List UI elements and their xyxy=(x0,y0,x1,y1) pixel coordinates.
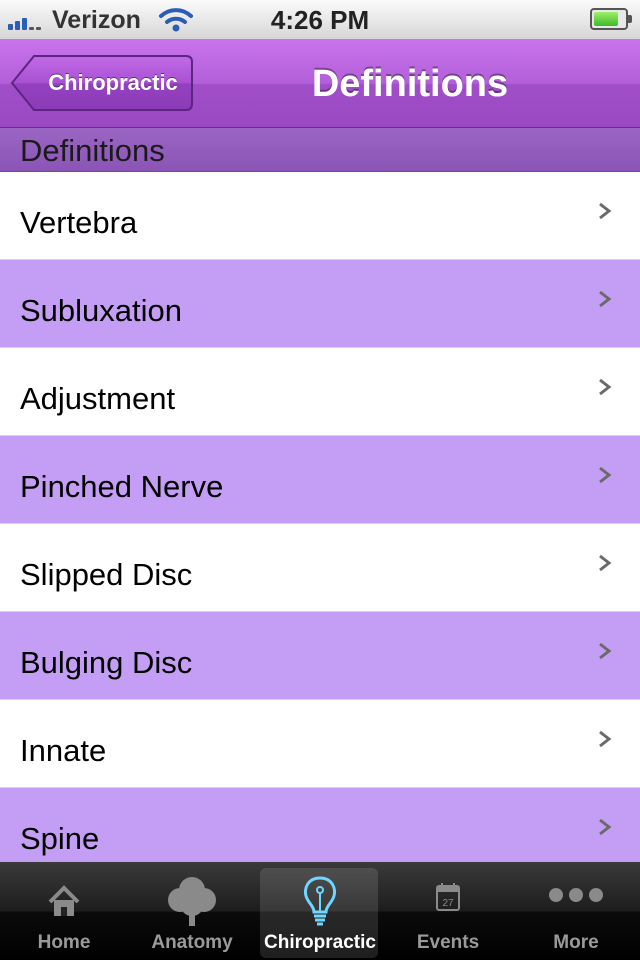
tab-label: Anatomy xyxy=(151,932,233,953)
list-item-label: Spine xyxy=(20,821,100,856)
chevron-right-icon xyxy=(599,378,612,396)
list-item-vertebra[interactable]: Vertebra xyxy=(0,172,640,260)
list-item-subluxation[interactable]: Subluxation xyxy=(0,260,640,348)
chevron-right-icon xyxy=(599,290,612,308)
tab-bar: Home Anatomy Chiropractic 27 Events More xyxy=(0,862,640,960)
list-item-label: Bulging Disc xyxy=(20,645,193,680)
list-item-label: Subluxation xyxy=(20,293,183,328)
chevron-right-icon xyxy=(599,642,612,660)
back-button[interactable]: Chiropractic xyxy=(10,54,194,112)
tab-events[interactable]: 27 Events xyxy=(384,862,512,960)
chevron-right-icon xyxy=(599,730,612,748)
list-item-label: Slipped Disc xyxy=(20,557,193,592)
more-icon xyxy=(549,888,603,902)
back-button-label: Chiropractic xyxy=(48,70,178,95)
tab-label: More xyxy=(553,932,599,953)
chevron-right-icon xyxy=(599,202,612,220)
section-header-label: Definitions xyxy=(20,133,165,168)
battery-level xyxy=(594,12,618,26)
chevron-right-icon xyxy=(599,554,612,572)
status-bar: Verizon 4:26 PM xyxy=(0,0,640,40)
calendar-day: 27 xyxy=(442,898,454,909)
battery-icon xyxy=(590,8,632,30)
list-item-label: Innate xyxy=(20,733,107,768)
chevron-right-icon xyxy=(599,818,612,836)
tab-label: Home xyxy=(37,932,91,953)
tab-anatomy[interactable]: Anatomy xyxy=(128,862,256,960)
list-item-innate[interactable]: Innate xyxy=(0,700,640,788)
tab-label: Chiropractic xyxy=(264,932,376,953)
list-item-label: Vertebra xyxy=(20,205,138,240)
tab-home[interactable]: Home xyxy=(0,862,128,960)
list-item-adjustment[interactable]: Adjustment xyxy=(0,348,640,436)
definitions-list: Vertebra Subluxation Adjustment Pinched … xyxy=(0,172,640,862)
page-title: Definitions xyxy=(311,63,509,105)
list-item-label: Pinched Nerve xyxy=(20,469,224,504)
list-item-slipped-disc[interactable]: Slipped Disc xyxy=(0,524,640,612)
list-item-spine[interactable]: Spine xyxy=(0,788,640,862)
home-icon xyxy=(48,885,80,916)
lightbulb-icon xyxy=(304,876,336,926)
tab-more[interactable]: More xyxy=(512,862,640,960)
tab-chiropractic[interactable]: Chiropractic xyxy=(256,862,384,960)
calendar-icon: 27 xyxy=(436,883,460,911)
chevron-right-icon xyxy=(599,466,612,484)
tab-label: Events xyxy=(416,932,480,953)
list-item-bulging-disc[interactable]: Bulging Disc xyxy=(0,612,640,700)
section-header: Definitions xyxy=(0,128,640,172)
status-time: 4:26 PM xyxy=(270,5,370,35)
tree-icon xyxy=(168,877,216,926)
navigation-bar: Chiropractic Definitions xyxy=(0,40,640,128)
list-item-pinched-nerve[interactable]: Pinched Nerve xyxy=(0,436,640,524)
list-item-label: Adjustment xyxy=(20,381,176,416)
